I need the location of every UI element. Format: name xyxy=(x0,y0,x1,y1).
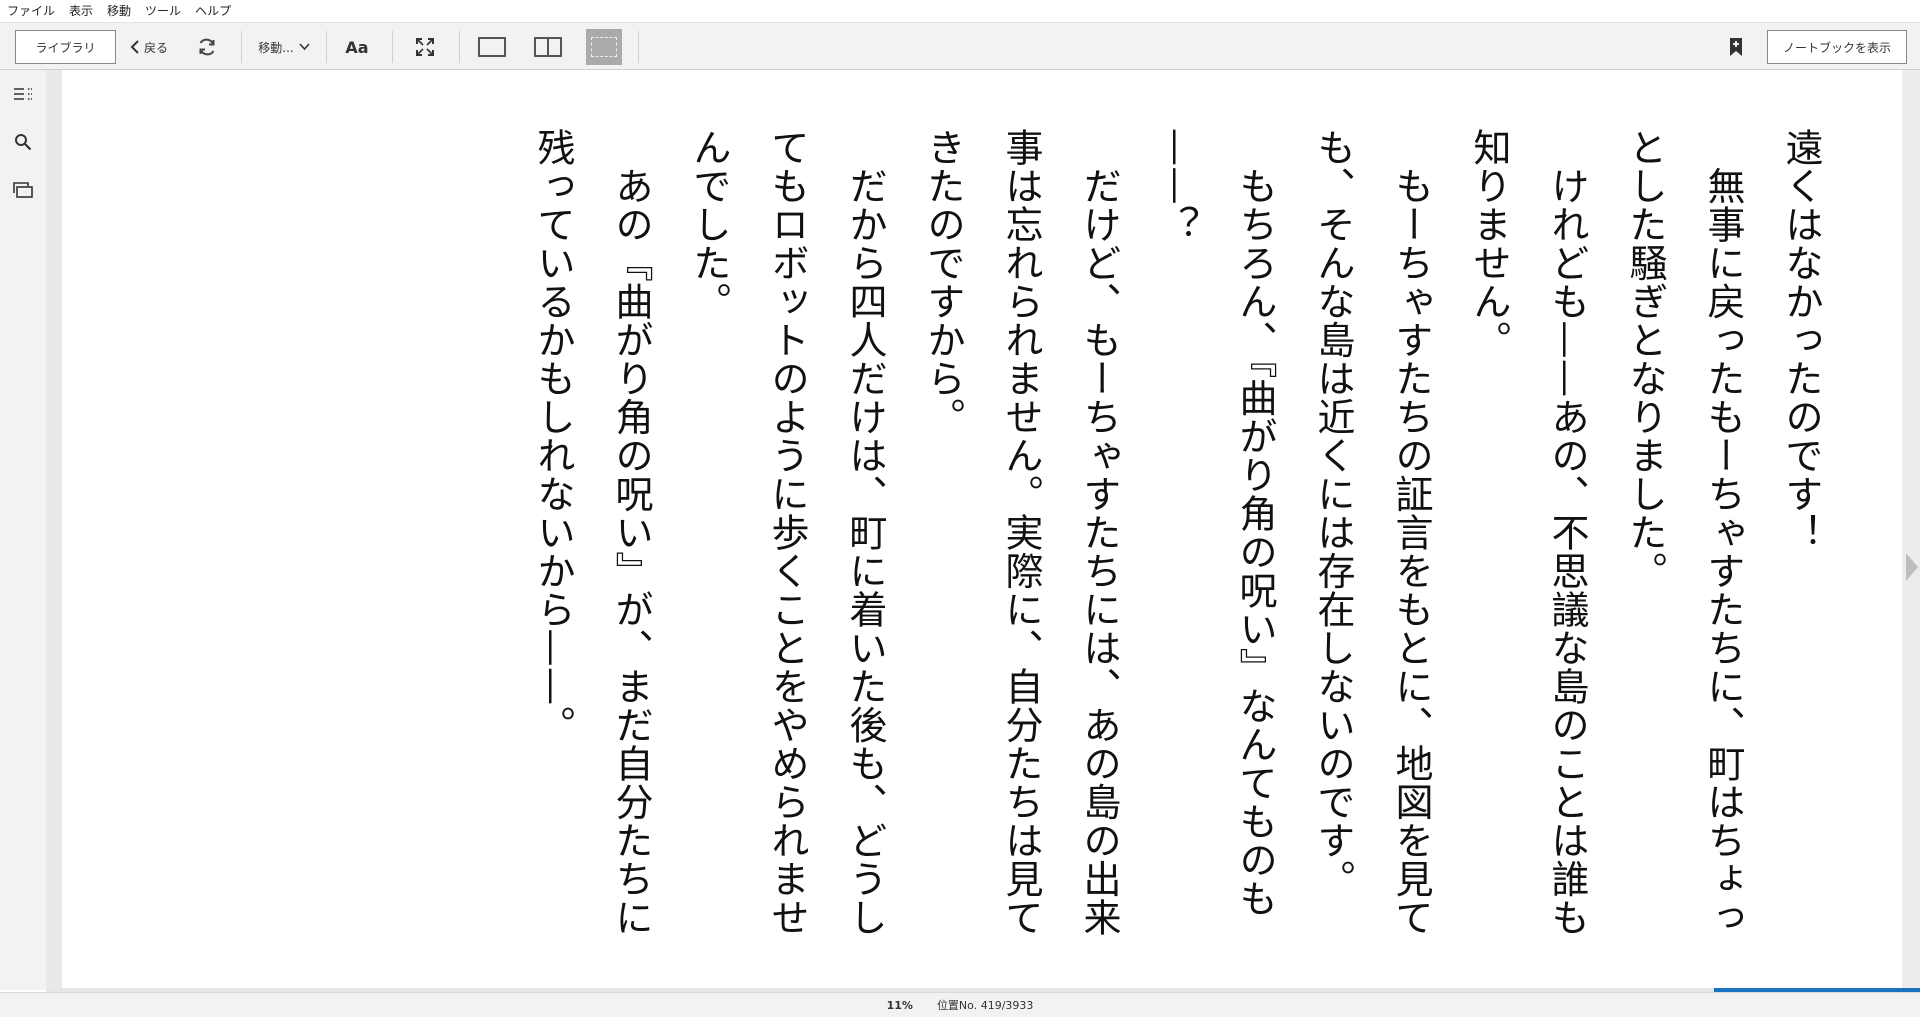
text-paragraph: だから四人だけは、町に着いた後も、どうしてもロボットのように歩くことをやめられま… xyxy=(687,128,887,937)
text-paragraph: もちろん、『曲がり角の呪い』なんてものも——？ xyxy=(1155,128,1277,918)
back-button[interactable]: 戻る xyxy=(126,30,172,64)
toolbar-divider xyxy=(638,31,639,63)
page-gutter xyxy=(46,70,62,990)
next-page-arrow-icon[interactable] xyxy=(1906,553,1918,581)
menu-go[interactable]: 移動 xyxy=(100,0,138,22)
location-indicator: 位置No. 419/3933 xyxy=(936,999,1034,1012)
cards-icon xyxy=(13,182,33,198)
left-sidebar xyxy=(0,70,46,990)
back-button-label: 戻る xyxy=(143,40,168,55)
bookmark-add-icon xyxy=(1730,38,1742,56)
single-page-layout-button[interactable] xyxy=(476,30,508,64)
status-bar: 11% 位置No. 419/3933 xyxy=(0,992,1920,1017)
search-icon xyxy=(15,134,32,151)
font-settings-label: Aa xyxy=(345,37,369,57)
text-paragraph: もーちゃすたちの証言をもとに、地図を見ても、そんな島は近くには存在しないのです。 xyxy=(1311,128,1433,937)
search-button[interactable] xyxy=(0,122,46,162)
menu-tools[interactable]: ツール xyxy=(138,0,188,22)
two-page-icon xyxy=(534,37,562,57)
show-notebook-label: ノートブックを表示 xyxy=(1782,40,1891,55)
text-paragraph: あの『曲がり角の呪い』が、まだ自分たちに残っているかもしれないから——。 xyxy=(531,128,653,937)
toc-icon xyxy=(14,88,32,100)
goto-dropdown[interactable]: 移動... xyxy=(252,30,316,64)
show-notebook-button[interactable]: ノートブックを表示 xyxy=(1767,30,1907,64)
text-paragraph: 遠くはなかったのです！ xyxy=(1779,128,1823,552)
library-button-label: ライブラリ xyxy=(35,40,96,55)
font-settings-button[interactable]: Aa xyxy=(342,30,372,64)
menu-bar: ファイル 表示 移動 ツール ヘルプ xyxy=(0,0,1920,22)
flashcards-button[interactable] xyxy=(0,170,46,210)
menu-file[interactable]: ファイル xyxy=(0,0,62,22)
menu-help[interactable]: ヘルプ xyxy=(188,0,238,22)
book-text: 遠くはなかったのです！ 無事に戻ったもーちゃすたちに、町はちょっとした騒ぎとなり… xyxy=(531,128,1840,948)
library-button[interactable]: ライブラリ xyxy=(15,30,116,64)
chevron-down-icon xyxy=(299,43,310,51)
toolbar-divider xyxy=(459,31,460,63)
toolbar-divider xyxy=(392,31,393,63)
chevron-left-icon xyxy=(130,40,139,54)
toolbar: ライブラリ 戻る 移動... Aa ノートブックを表示 xyxy=(0,22,1920,70)
fullscreen-button[interactable] xyxy=(410,30,440,64)
two-page-layout-button[interactable] xyxy=(532,30,564,64)
toolbar-divider xyxy=(326,31,327,63)
fit-width-icon xyxy=(591,37,617,57)
progress-percent: 11% xyxy=(886,998,913,1012)
text-paragraph: 無事に戻ったもーちゃすたちに、町はちょっとした騒ぎとなりました。 xyxy=(1623,128,1745,937)
sync-button[interactable] xyxy=(192,30,222,64)
toolbar-divider xyxy=(241,31,242,63)
menu-view[interactable]: 表示 xyxy=(62,0,100,22)
fullscreen-icon xyxy=(416,38,434,56)
sync-icon xyxy=(199,38,215,56)
fit-width-layout-button[interactable] xyxy=(586,29,622,65)
goto-dropdown-label: 移動... xyxy=(258,40,294,55)
text-paragraph: けれども——あの、不思議な島のことは誰も知りません。 xyxy=(1467,128,1589,937)
table-of-contents-button[interactable] xyxy=(0,74,46,114)
single-page-icon xyxy=(478,37,506,57)
add-bookmark-button[interactable] xyxy=(1722,30,1750,64)
text-paragraph: だけど、もーちゃすたちには、あの島の出来事は忘れられません。実際に、自分たちは見… xyxy=(921,128,1121,937)
right-page-margin xyxy=(1902,70,1920,990)
